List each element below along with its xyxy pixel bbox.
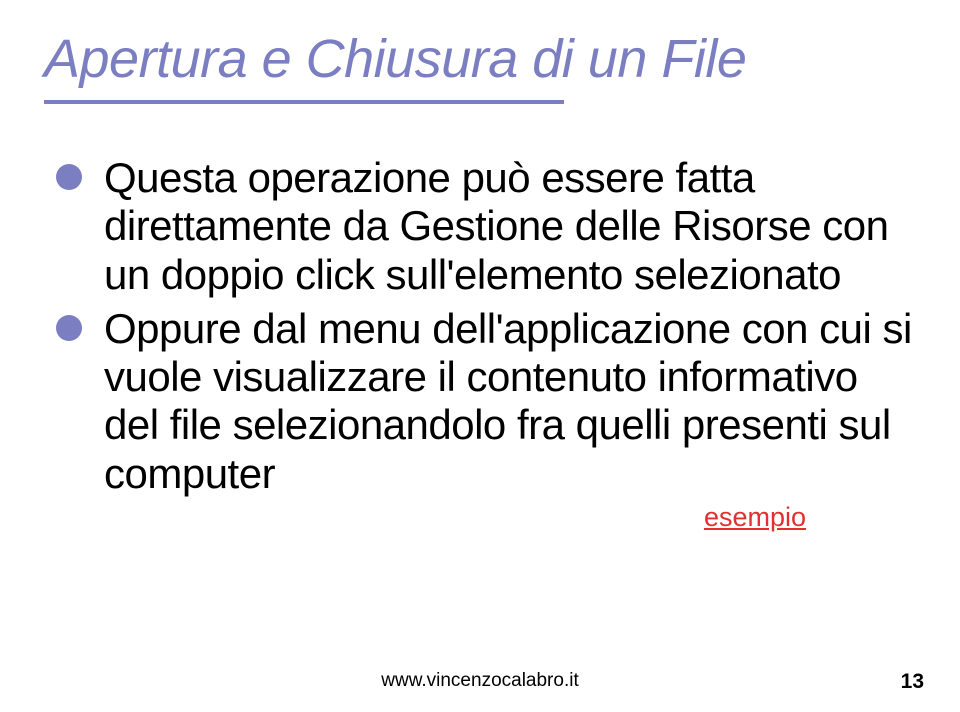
page-number: 13 xyxy=(901,670,924,694)
title-underline xyxy=(44,100,564,104)
bullet-dot-icon xyxy=(56,164,82,190)
bullet-text: Oppure dal menu dell'applicazione con cu… xyxy=(104,305,916,498)
bullet-dot-icon xyxy=(56,315,82,341)
slide-container: Apertura e Chiusura di un File Questa op… xyxy=(0,0,960,712)
bullet-item: Oppure dal menu dell'applicazione con cu… xyxy=(56,305,916,498)
footer-url: www.vincenzocalabro.it xyxy=(0,670,960,692)
bullet-item: Questa operazione può essere fatta diret… xyxy=(56,154,916,299)
esempio-link[interactable]: esempio xyxy=(56,502,916,533)
slide-title: Apertura e Chiusura di un File xyxy=(44,28,916,90)
bullet-text: Questa operazione può essere fatta diret… xyxy=(104,154,916,299)
content-area: Questa operazione può essere fatta diret… xyxy=(44,154,916,533)
